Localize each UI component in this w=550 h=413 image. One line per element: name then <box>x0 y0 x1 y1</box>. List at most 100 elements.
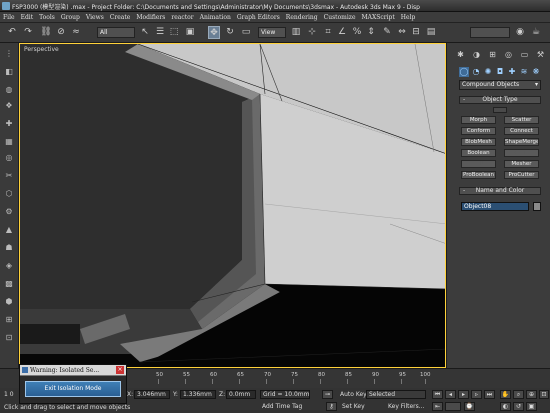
menu-group[interactable]: Group <box>61 14 80 21</box>
menu-rendering[interactable]: Rendering <box>286 14 318 21</box>
unlink-icon[interactable]: ⊘ <box>55 26 67 39</box>
motion-tab-icon[interactable]: ◎ <box>503 49 514 60</box>
geometry-icon[interactable]: ◯ <box>459 67 469 77</box>
mirror-icon[interactable]: ⇔ <box>396 26 408 39</box>
select-by-name-icon[interactable]: ☰ <box>154 26 166 39</box>
menu-animation[interactable]: Animation <box>200 14 231 21</box>
menu-create[interactable]: Create <box>110 14 131 21</box>
proboolean-button[interactable]: ProBoolean <box>461 171 496 179</box>
autogrid-checkbox[interactable] <box>493 107 507 113</box>
selection-filter-dropdown[interactable]: All <box>97 27 135 38</box>
spinner-snap-icon[interactable]: ⇕ <box>365 26 377 39</box>
lights-icon[interactable]: ✺ <box>483 67 493 77</box>
manipulate-icon[interactable]: ⊹ <box>306 26 318 39</box>
tool-icon-13[interactable]: ▩ <box>4 279 14 289</box>
material-editor-icon[interactable]: ◉ <box>514 26 526 39</box>
region-select-icon[interactable]: ⬚ <box>168 26 180 39</box>
tool-icon-8[interactable]: ⬡ <box>4 189 14 199</box>
tool-icon-9[interactable]: ⚙ <box>4 207 14 217</box>
select-object-icon[interactable]: ↖ <box>139 26 151 39</box>
link-icon[interactable]: ⛓ <box>40 26 52 39</box>
zoom-icon[interactable]: ⌕ <box>513 390 524 399</box>
menu-customize[interactable]: Customize <box>324 14 356 21</box>
utilities-tab-icon[interactable]: ⚒ <box>535 49 546 60</box>
dialog-title-bar[interactable]: Warning: Isolated Se... × <box>20 365 126 376</box>
redo-icon[interactable]: ↷ <box>22 26 34 39</box>
perspective-viewport[interactable]: Perspective <box>19 43 446 368</box>
menu-file[interactable]: File <box>3 14 15 21</box>
tool-icon-2[interactable]: ◍ <box>4 85 14 95</box>
align-icon[interactable]: ⊟ <box>410 26 422 39</box>
blobmesh-button[interactable]: BlobMesh <box>461 138 496 146</box>
menu-help[interactable]: Help <box>401 14 416 21</box>
undo-icon[interactable]: ↶ <box>6 26 18 39</box>
select-rotate-icon[interactable]: ↻ <box>224 26 236 39</box>
hierarchy-tab-icon[interactable]: ⊞ <box>487 49 498 60</box>
select-scale-icon[interactable]: ▭ <box>240 26 252 39</box>
auto-key-button[interactable]: Auto Key <box>340 391 367 398</box>
object-color-swatch[interactable] <box>533 202 541 211</box>
space-warps-icon[interactable]: ≋ <box>519 67 529 77</box>
tool-icon-3[interactable]: ❖ <box>4 101 14 111</box>
viewport-label[interactable]: Perspective <box>24 46 59 53</box>
next-frame-icon[interactable]: ▹ <box>471 390 482 399</box>
zoom-extents-icon[interactable]: ⊡ <box>539 390 549 399</box>
time-configuration-icon[interactable]: ⌚ <box>464 402 475 411</box>
menu-maxscript[interactable]: MAXScript <box>362 14 395 21</box>
loft-button[interactable]: Loft <box>461 160 496 168</box>
named-selection-sets-dropdown[interactable] <box>470 27 510 38</box>
named-selection-icon[interactable]: ✎ <box>381 26 393 39</box>
tool-icon-6[interactable]: ◎ <box>4 153 14 163</box>
select-move-icon[interactable]: ✥ <box>208 26 220 39</box>
menu-graph-editors[interactable]: Graph Editors <box>237 14 280 21</box>
pivot-center-icon[interactable]: ▥ <box>290 26 302 39</box>
key-mode-toggle-icon[interactable]: ⇤ <box>432 402 443 411</box>
cameras-icon[interactable]: ◘ <box>495 67 505 77</box>
systems-icon[interactable]: ❋ <box>531 67 541 77</box>
tool-icon-14[interactable]: ⬢ <box>4 297 14 307</box>
tool-icon-11[interactable]: ☗ <box>4 243 14 253</box>
play-icon[interactable]: ▸ <box>458 390 469 399</box>
set-key-icon[interactable]: ⚷ <box>326 402 337 411</box>
connect-button[interactable]: Connect <box>504 127 539 135</box>
current-frame-field[interactable] <box>445 402 461 411</box>
object-name-field[interactable]: Object08 <box>461 202 529 211</box>
y-coordinate-field[interactable]: 1.336mm <box>180 390 216 399</box>
shapes-icon[interactable]: ◔ <box>471 67 481 77</box>
display-tab-icon[interactable]: ▭ <box>519 49 530 60</box>
exit-isolation-mode-button[interactable]: Exit Isolation Mode <box>25 381 121 397</box>
menu-tools[interactable]: Tools <box>39 14 55 21</box>
shapemerge-button[interactable]: ShapeMerge <box>504 138 539 146</box>
tool-icon-12[interactable]: ◈ <box>4 261 14 271</box>
menu-modifiers[interactable]: Modifiers <box>136 14 165 21</box>
orbit-icon[interactable]: ↺ <box>513 402 524 411</box>
create-tab-icon[interactable]: ✱ <box>455 49 466 60</box>
tool-icon-15[interactable]: ⊞ <box>4 315 14 325</box>
menu-views[interactable]: Views <box>86 14 104 21</box>
procutter-button[interactable]: ProCutter <box>504 171 539 179</box>
name-and-color-rollout[interactable]: - Name and Color <box>459 187 541 195</box>
selected-dropdown[interactable]: Selected <box>366 390 426 399</box>
percent-snap-icon[interactable]: % <box>351 26 363 39</box>
render-icon[interactable]: ☕ <box>530 26 542 39</box>
snaps-toggle-icon[interactable]: ⌗ <box>322 26 334 39</box>
tool-icon-5[interactable]: ▦ <box>4 137 14 147</box>
go-to-start-icon[interactable]: ⏮ <box>432 390 443 399</box>
conform-button[interactable]: Conform <box>461 127 496 135</box>
menu-reactor[interactable]: reactor <box>171 14 193 21</box>
tool-icon-7[interactable]: ✂ <box>4 171 14 181</box>
angle-snap-icon[interactable]: ∠ <box>336 26 348 39</box>
menu-edit[interactable]: Edit <box>21 14 34 21</box>
window-crossing-icon[interactable]: ▣ <box>184 26 196 39</box>
pan-icon[interactable]: ✋ <box>500 390 511 399</box>
go-to-end-icon[interactable]: ⏭ <box>484 390 495 399</box>
z-coordinate-field[interactable]: 0.0mm <box>226 390 256 399</box>
maximize-viewport-icon[interactable]: ▣ <box>526 402 537 411</box>
category-dropdown[interactable]: Compound Objects ▾ <box>459 80 541 90</box>
time-slider-track[interactable]: 50 55 60 65 70 75 80 85 90 95 100 <box>120 372 431 386</box>
tool-icon-4[interactable]: ✚ <box>4 119 14 129</box>
tool-icon-1[interactable]: ◧ <box>4 67 14 77</box>
field-of-view-icon[interactable]: ◐ <box>500 402 511 411</box>
key-filters-button[interactable]: Key Filters... <box>388 403 425 410</box>
modify-tab-icon[interactable]: ◑ <box>471 49 482 60</box>
